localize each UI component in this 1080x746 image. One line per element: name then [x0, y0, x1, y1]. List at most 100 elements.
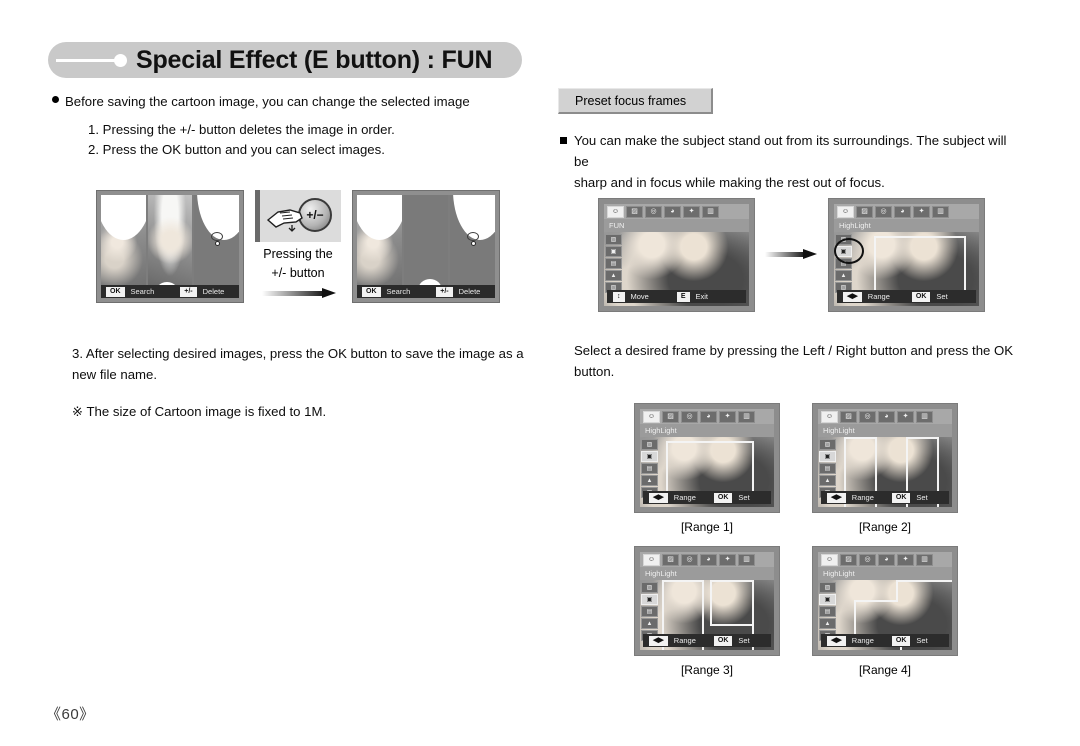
mountain-icon[interactable]: ▲	[835, 270, 852, 281]
picture-icon[interactable]: ▨	[840, 553, 857, 566]
composite-icon[interactable]: ▤	[605, 258, 622, 269]
focus-frame-line	[710, 580, 754, 582]
picture-icon[interactable]: ▨	[840, 410, 857, 423]
composite-icon[interactable]: ▤	[819, 606, 836, 617]
mountain-icon[interactable]: ▲	[641, 475, 658, 486]
mountain-icon[interactable]: ▲	[641, 618, 658, 629]
updown-key-badge[interactable]: ↕	[613, 291, 625, 302]
composite-icon[interactable]: ▤	[819, 463, 836, 474]
face-icon[interactable]: ☺	[821, 410, 838, 423]
ok-key-badge[interactable]: OK	[362, 286, 381, 297]
highlight-selection-ring	[834, 238, 864, 264]
camera-icon[interactable]: ◎	[645, 205, 662, 218]
image-icon[interactable]: ▨	[819, 582, 836, 593]
plusminus-key-badge[interactable]: +/-	[180, 286, 197, 297]
leftright-key-badge[interactable]: ◀▶	[843, 291, 862, 302]
leftright-key-badge[interactable]: ◀▶	[827, 635, 846, 646]
plusminus-key-badge[interactable]: +/-	[436, 286, 453, 297]
e-key-badge[interactable]: E	[676, 291, 690, 302]
ok-key-badge[interactable]: OK	[106, 286, 125, 297]
palette-icon[interactable]: ◕	[664, 205, 681, 218]
image-icon[interactable]: ▨	[819, 439, 836, 450]
magic-wand-icon[interactable]: ✦	[719, 410, 736, 423]
search-label: Search	[130, 287, 155, 296]
palette-icon[interactable]: ◕	[878, 553, 895, 566]
face-icon[interactable]: ☺	[837, 205, 854, 218]
focus-frame-line	[906, 437, 939, 439]
equalizer-icon[interactable]: ▥	[738, 410, 755, 423]
highlight-icon[interactable]: ▣	[641, 594, 658, 605]
magic-wand-icon[interactable]: ✦	[719, 553, 736, 566]
magic-wand-icon[interactable]: ✦	[897, 410, 914, 423]
filmstrip-cell-1	[101, 195, 146, 298]
ok-key-badge[interactable]: OK	[911, 291, 931, 302]
camera-top-icon-bar: ☺ ▨ ◎ ◕ ✦ ▥	[604, 204, 749, 219]
composite-icon[interactable]: ▤	[641, 606, 658, 617]
mountain-icon[interactable]: ▲	[605, 270, 622, 281]
set-label: Set	[916, 493, 928, 502]
face-icon[interactable]: ☺	[643, 410, 660, 423]
picture-icon[interactable]: ▨	[626, 205, 643, 218]
bullet-dot-icon	[52, 96, 59, 103]
leftright-key-badge[interactable]: ◀▶	[649, 492, 668, 503]
focus-frame-line	[752, 580, 754, 600]
image-icon[interactable]: ▨	[605, 234, 622, 245]
press-caption-line-1: Pressing the	[263, 247, 333, 261]
range-label: Range	[673, 636, 696, 645]
image-icon[interactable]: ▨	[641, 439, 658, 450]
magic-wand-icon[interactable]: ✦	[897, 553, 914, 566]
ok-key-badge[interactable]: OK	[891, 635, 911, 646]
range-label: Range	[851, 636, 874, 645]
bullet-square-icon	[560, 137, 567, 144]
palette-icon[interactable]: ◕	[878, 410, 895, 423]
mountain-icon[interactable]: ▲	[819, 618, 836, 629]
camera-top-icon-bar: ☺ ▨ ◎ ◕ ✦ ▥	[640, 552, 774, 567]
equalizer-icon[interactable]: ▥	[738, 553, 755, 566]
lollipop-decoration-icon	[50, 50, 136, 70]
equalizer-icon[interactable]: ▥	[916, 553, 933, 566]
set-label: Set	[738, 636, 750, 645]
magic-wand-icon[interactable]: ✦	[683, 205, 700, 218]
camera-icon[interactable]: ◎	[875, 205, 892, 218]
highlight-icon[interactable]: ▣	[819, 451, 836, 462]
highlight-icon[interactable]: ▣	[605, 246, 622, 257]
camera-icon[interactable]: ◎	[681, 553, 698, 566]
camera-side-menu: ▨ ▣ ▤ ▲ ▧	[818, 580, 837, 641]
camera-mode-label: FUN	[604, 219, 749, 232]
picture-icon[interactable]: ▨	[662, 410, 679, 423]
leftright-key-badge[interactable]: ◀▶	[827, 492, 846, 503]
picture-icon[interactable]: ▨	[662, 553, 679, 566]
left-step-2: 2. Press the OK button and you can selec…	[88, 142, 385, 157]
mountain-icon[interactable]: ▲	[819, 475, 836, 486]
composite-icon[interactable]: ▤	[641, 463, 658, 474]
picture-icon[interactable]: ▨	[856, 205, 873, 218]
magic-wand-icon[interactable]: ✦	[913, 205, 930, 218]
image-icon[interactable]: ▨	[641, 582, 658, 593]
leftright-key-badge[interactable]: ◀▶	[649, 635, 668, 646]
ok-key-badge[interactable]: OK	[713, 635, 733, 646]
face-icon[interactable]: ☺	[821, 553, 838, 566]
camera-icon[interactable]: ◎	[681, 410, 698, 423]
page-title-banner: Special Effect (E button) : FUN	[48, 42, 522, 78]
palette-icon[interactable]: ◕	[700, 553, 717, 566]
ok-key-badge[interactable]: OK	[713, 492, 733, 503]
equalizer-icon[interactable]: ▥	[702, 205, 719, 218]
ok-key-badge[interactable]: OK	[891, 492, 911, 503]
focus-frame-line	[710, 624, 754, 626]
range-4-caption: [Range 4]	[858, 663, 912, 677]
face-icon[interactable]: ☺	[607, 205, 624, 218]
highlight-icon[interactable]: ▣	[819, 594, 836, 605]
focus-frame-line	[710, 580, 712, 626]
palette-icon[interactable]: ◕	[700, 410, 717, 423]
camera-icon[interactable]: ◎	[859, 553, 876, 566]
range-3-caption: [Range 3]	[680, 663, 734, 677]
camera-icon[interactable]: ◎	[859, 410, 876, 423]
equalizer-icon[interactable]: ▥	[932, 205, 949, 218]
equalizer-icon[interactable]: ▥	[916, 410, 933, 423]
highlight-icon[interactable]: ▣	[641, 451, 658, 462]
move-label: Move	[630, 292, 649, 301]
camera-mode-label: HighLight	[818, 424, 952, 437]
palette-icon[interactable]: ◕	[894, 205, 911, 218]
face-icon[interactable]: ☺	[643, 553, 660, 566]
filmstrip-status-bar: OK Search +/- Delete	[101, 285, 239, 298]
